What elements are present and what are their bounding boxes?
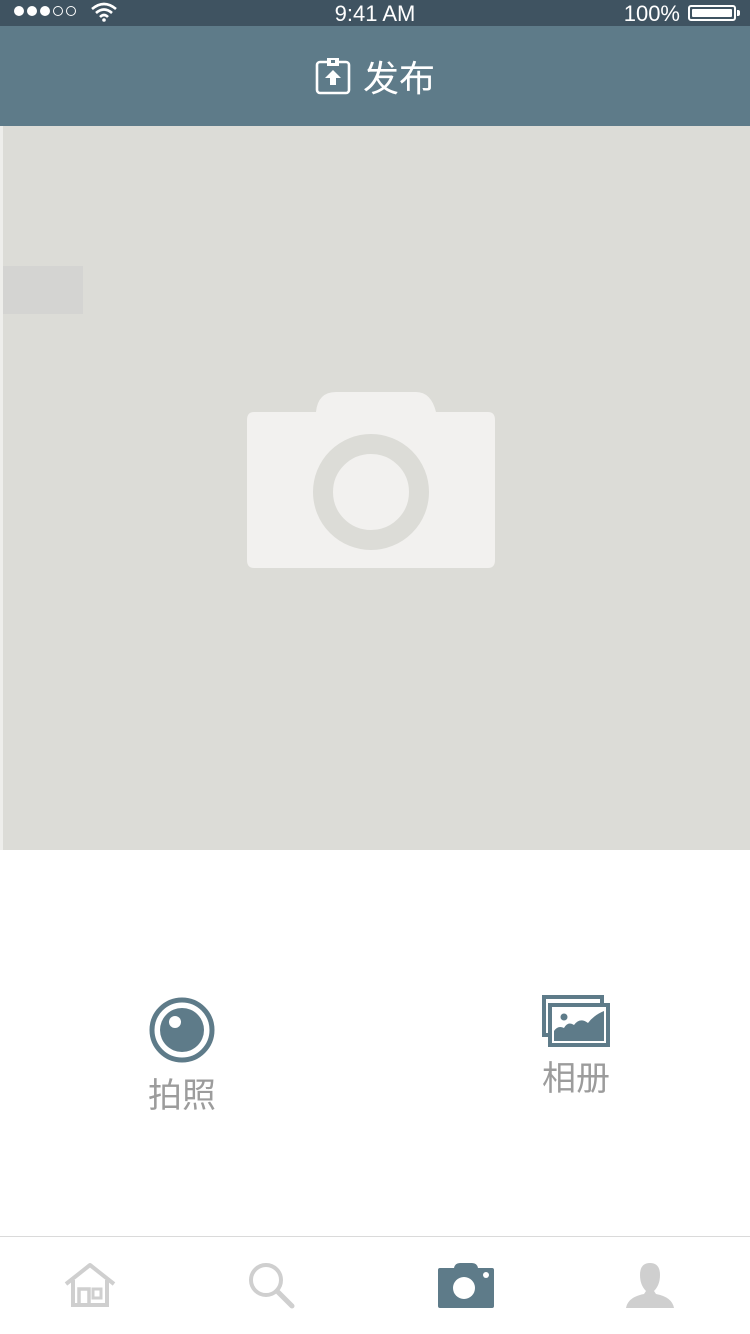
upload-icon (315, 58, 351, 95)
camera-placeholder-icon (247, 392, 495, 568)
gallery-icon (542, 995, 610, 1047)
nav-bar: 发布 (0, 26, 750, 126)
tab-bar (0, 1236, 750, 1334)
take-photo-label: 拍照 (148, 1076, 216, 1116)
status-bar: 9:41 AM 100% (0, 0, 750, 26)
tab-home[interactable] (62, 1257, 118, 1313)
tab-search[interactable] (243, 1257, 299, 1313)
home-icon (64, 1263, 116, 1307)
battery-percentage: 100% (623, 1, 680, 26)
page-title: 发布 (362, 59, 435, 100)
tab-camera[interactable] (436, 1257, 496, 1313)
search-icon (249, 1263, 295, 1309)
eye-icon (149, 997, 215, 1063)
battery-icon (688, 5, 740, 21)
album-button[interactable]: 相册 (526, 995, 626, 1100)
camera-icon (438, 1263, 494, 1308)
photo-preview-area[interactable] (0, 126, 750, 850)
profile-icon (626, 1263, 674, 1308)
take-photo-button[interactable]: 拍照 (132, 996, 232, 1117)
preview-edge-tab (3, 266, 83, 314)
tab-profile[interactable] (622, 1257, 678, 1313)
album-label: 相册 (542, 1059, 610, 1099)
